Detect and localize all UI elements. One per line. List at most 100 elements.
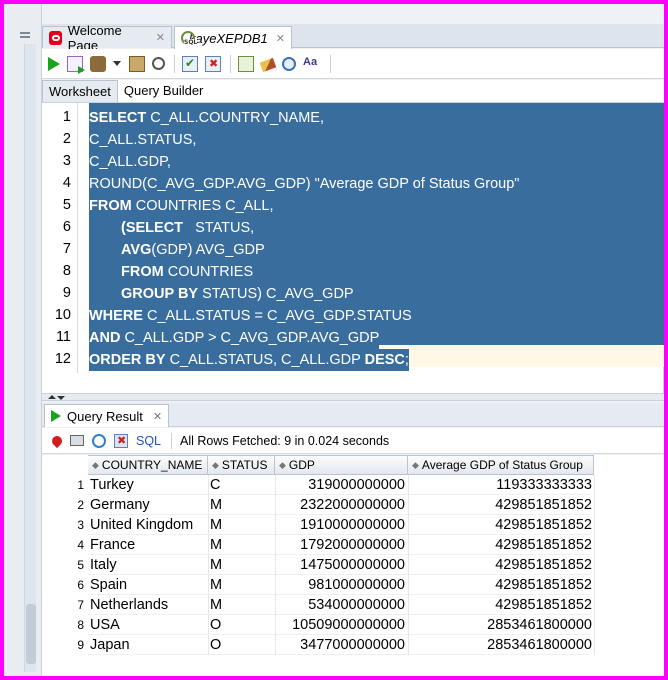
sql-editor[interactable]: 1 2 3 4 5 6 7 8 9 10 11 12 SELECT C_ALL.…: [42, 103, 664, 393]
column-header-status[interactable]: ◆ STATUS: [208, 455, 275, 475]
print-icon[interactable]: [70, 435, 84, 446]
code-line[interactable]: C_ALL.GDP,: [89, 151, 171, 173]
delete-icon[interactable]: [114, 433, 128, 448]
cell-average-gdp[interactable]: 2853461800000: [408, 635, 592, 655]
gutter-handle-icon[interactable]: [20, 32, 30, 34]
explain-plan-icon[interactable]: [129, 55, 145, 72]
collapse-down-icon[interactable]: [57, 396, 65, 400]
table-row[interactable]: 3 United Kingdom M 1910000000000 42985185185…: [42, 515, 592, 535]
cell-average-gdp[interactable]: 2853461800000: [408, 615, 592, 635]
tab-query-builder[interactable]: Query Builder: [118, 80, 209, 102]
cell-average-gdp[interactable]: 429851851852: [408, 555, 592, 575]
run-statement-icon[interactable]: [48, 56, 60, 71]
chevron-down-icon[interactable]: [113, 61, 121, 66]
close-icon[interactable]: ✕: [153, 410, 162, 423]
code-line[interactable]: FROM COUNTRIES: [121, 261, 254, 283]
column-header-average-gdp[interactable]: ◆ Average GDP of Status Group: [408, 455, 594, 475]
code-line[interactable]: AND C_ALL.GDP > C_AVG_GDP.AVG_GDP: [89, 327, 380, 349]
cell-country-name[interactable]: Netherlands: [90, 595, 168, 615]
cell-status[interactable]: M: [210, 535, 222, 555]
code-line[interactable]: SELECT C_ALL.COUNTRY_NAME,: [89, 107, 325, 129]
table-row[interactable]: 1 Turkey C 319000000000 119333333333: [42, 475, 592, 495]
cell-average-gdp[interactable]: 429851851852: [408, 495, 592, 515]
tab-welcome-page[interactable]: Welcome Page ✕: [42, 23, 172, 53]
sql-link[interactable]: SQL: [136, 434, 161, 448]
cell-status[interactable]: C: [210, 475, 220, 495]
history-icon[interactable]: [282, 56, 296, 71]
table-row[interactable]: 7 Netherlands M 534000000000 429851851852: [42, 595, 592, 615]
code-line[interactable]: C_ALL.STATUS,: [89, 129, 197, 151]
code-line[interactable]: ROUND(C_AVG_GDP.AVG_GDP) "Average GDP of…: [89, 173, 520, 195]
scrollbar-thumb[interactable]: [26, 604, 36, 664]
cell-gdp[interactable]: 3477000000000: [275, 635, 405, 655]
cell-gdp[interactable]: 1910000000000: [275, 515, 405, 535]
database-icon[interactable]: [90, 55, 106, 72]
rollback-icon[interactable]: [205, 55, 221, 72]
cell-status[interactable]: M: [210, 575, 222, 595]
code-line[interactable]: AVG(GDP) AVG_GDP: [121, 239, 265, 261]
sort-icon: ◆: [412, 459, 419, 470]
pin-icon[interactable]: [49, 433, 65, 448]
cell-gdp[interactable]: 10509000000000: [275, 615, 405, 635]
gutter-handle-icon[interactable]: [20, 36, 30, 38]
table-row[interactable]: 5 Italy M 1475000000000 429851851852: [42, 555, 592, 575]
cell-average-gdp[interactable]: 429851851852: [408, 535, 592, 555]
code-line[interactable]: ORDER BY C_ALL.STATUS, C_ALL.GDP DESC;: [89, 349, 409, 371]
cell-country-name[interactable]: Turkey: [90, 475, 134, 495]
run-script-icon[interactable]: [67, 55, 85, 74]
cell-status[interactable]: M: [210, 515, 222, 535]
cell-country-name[interactable]: Spain: [90, 575, 127, 595]
refresh-icon[interactable]: [92, 433, 106, 448]
cell-gdp[interactable]: 534000000000: [275, 595, 405, 615]
cell-average-gdp[interactable]: 119333333333: [408, 475, 592, 495]
cell-status[interactable]: O: [210, 615, 221, 635]
table-row[interactable]: 2 Germany M 2322000000000 429851851852: [42, 495, 592, 515]
cell-status[interactable]: O: [210, 635, 221, 655]
line-number: 1: [62, 109, 71, 125]
code-line[interactable]: WHERE C_ALL.STATUS = C_AVG_GDP.STATUS: [89, 305, 412, 327]
cell-gdp[interactable]: 2322000000000: [275, 495, 405, 515]
code-line[interactable]: GROUP BY STATUS) C_AVG_GDP: [121, 283, 354, 305]
tab-worksheet[interactable]: Worksheet: [42, 80, 118, 102]
toolbar-divider: [171, 432, 173, 449]
close-icon[interactable]: ✕: [276, 32, 285, 45]
cell-gdp[interactable]: 1792000000000: [275, 535, 405, 555]
autotrace-icon[interactable]: [152, 57, 165, 70]
table-row[interactable]: 6 Spain M 981000000000 429851851852: [42, 575, 592, 595]
cell-status[interactable]: M: [210, 595, 222, 615]
tab-kayexepdb1[interactable]: kayeXEPDB1 ✕: [174, 26, 292, 49]
column-header-country-name[interactable]: ◆ COUNTRY_NAME: [88, 455, 208, 475]
sql-tuning-icon[interactable]: [238, 55, 254, 72]
cell-gdp[interactable]: 319000000000: [275, 475, 405, 495]
cell-gdp[interactable]: 981000000000: [275, 575, 405, 595]
cell-status[interactable]: M: [210, 495, 222, 515]
tab-query-result[interactable]: Query Result ✕: [44, 404, 170, 427]
cell-country-name[interactable]: United Kingdom: [90, 515, 193, 535]
cell-country-name[interactable]: Italy: [90, 555, 117, 575]
cell-country-name[interactable]: Japan: [90, 635, 130, 655]
collapse-up-icon[interactable]: [48, 395, 56, 399]
cell-country-name[interactable]: USA: [90, 615, 120, 635]
format-icon[interactable]: Aa: [303, 56, 321, 72]
cell-average-gdp[interactable]: 429851851852: [408, 515, 592, 535]
cell-average-gdp[interactable]: 429851851852: [408, 575, 592, 595]
editor-results-splitter[interactable]: [42, 393, 664, 401]
table-row[interactable]: 9 Japan O 3477000000000 2853461800000: [42, 635, 592, 655]
code-line[interactable]: (SELECT STATUS,: [121, 217, 255, 239]
cell-average-gdp[interactable]: 429851851852: [408, 595, 592, 615]
table-row[interactable]: 8 USA O 10509000000000 2853461800000: [42, 615, 592, 635]
table-row[interactable]: 4 France M 1792000000000 429851851852: [42, 535, 592, 555]
commit-icon[interactable]: [182, 55, 198, 72]
cell-country-name[interactable]: Germany: [90, 495, 150, 515]
close-icon[interactable]: ✕: [156, 31, 165, 44]
results-grid[interactable]: ◆ COUNTRY_NAME ◆ STATUS ◆ GDP ◆ Average GDP …: [42, 455, 664, 676]
cell-status[interactable]: M: [210, 555, 222, 575]
cell-country-name[interactable]: France: [90, 535, 135, 555]
results-toolbar: SQL All Rows Fetched: 9 in 0.024 seconds: [42, 428, 664, 454]
left-scrollbar[interactable]: [24, 44, 36, 672]
code-line[interactable]: FROM COUNTRIES C_ALL,: [89, 195, 274, 217]
column-header-gdp[interactable]: ◆ GDP: [275, 455, 408, 475]
eraser-icon[interactable]: [259, 57, 277, 73]
cell-gdp[interactable]: 1475000000000: [275, 555, 405, 575]
code-area[interactable]: SELECT C_ALL.COUNTRY_NAME, C_ALL.STATUS,…: [89, 103, 664, 373]
